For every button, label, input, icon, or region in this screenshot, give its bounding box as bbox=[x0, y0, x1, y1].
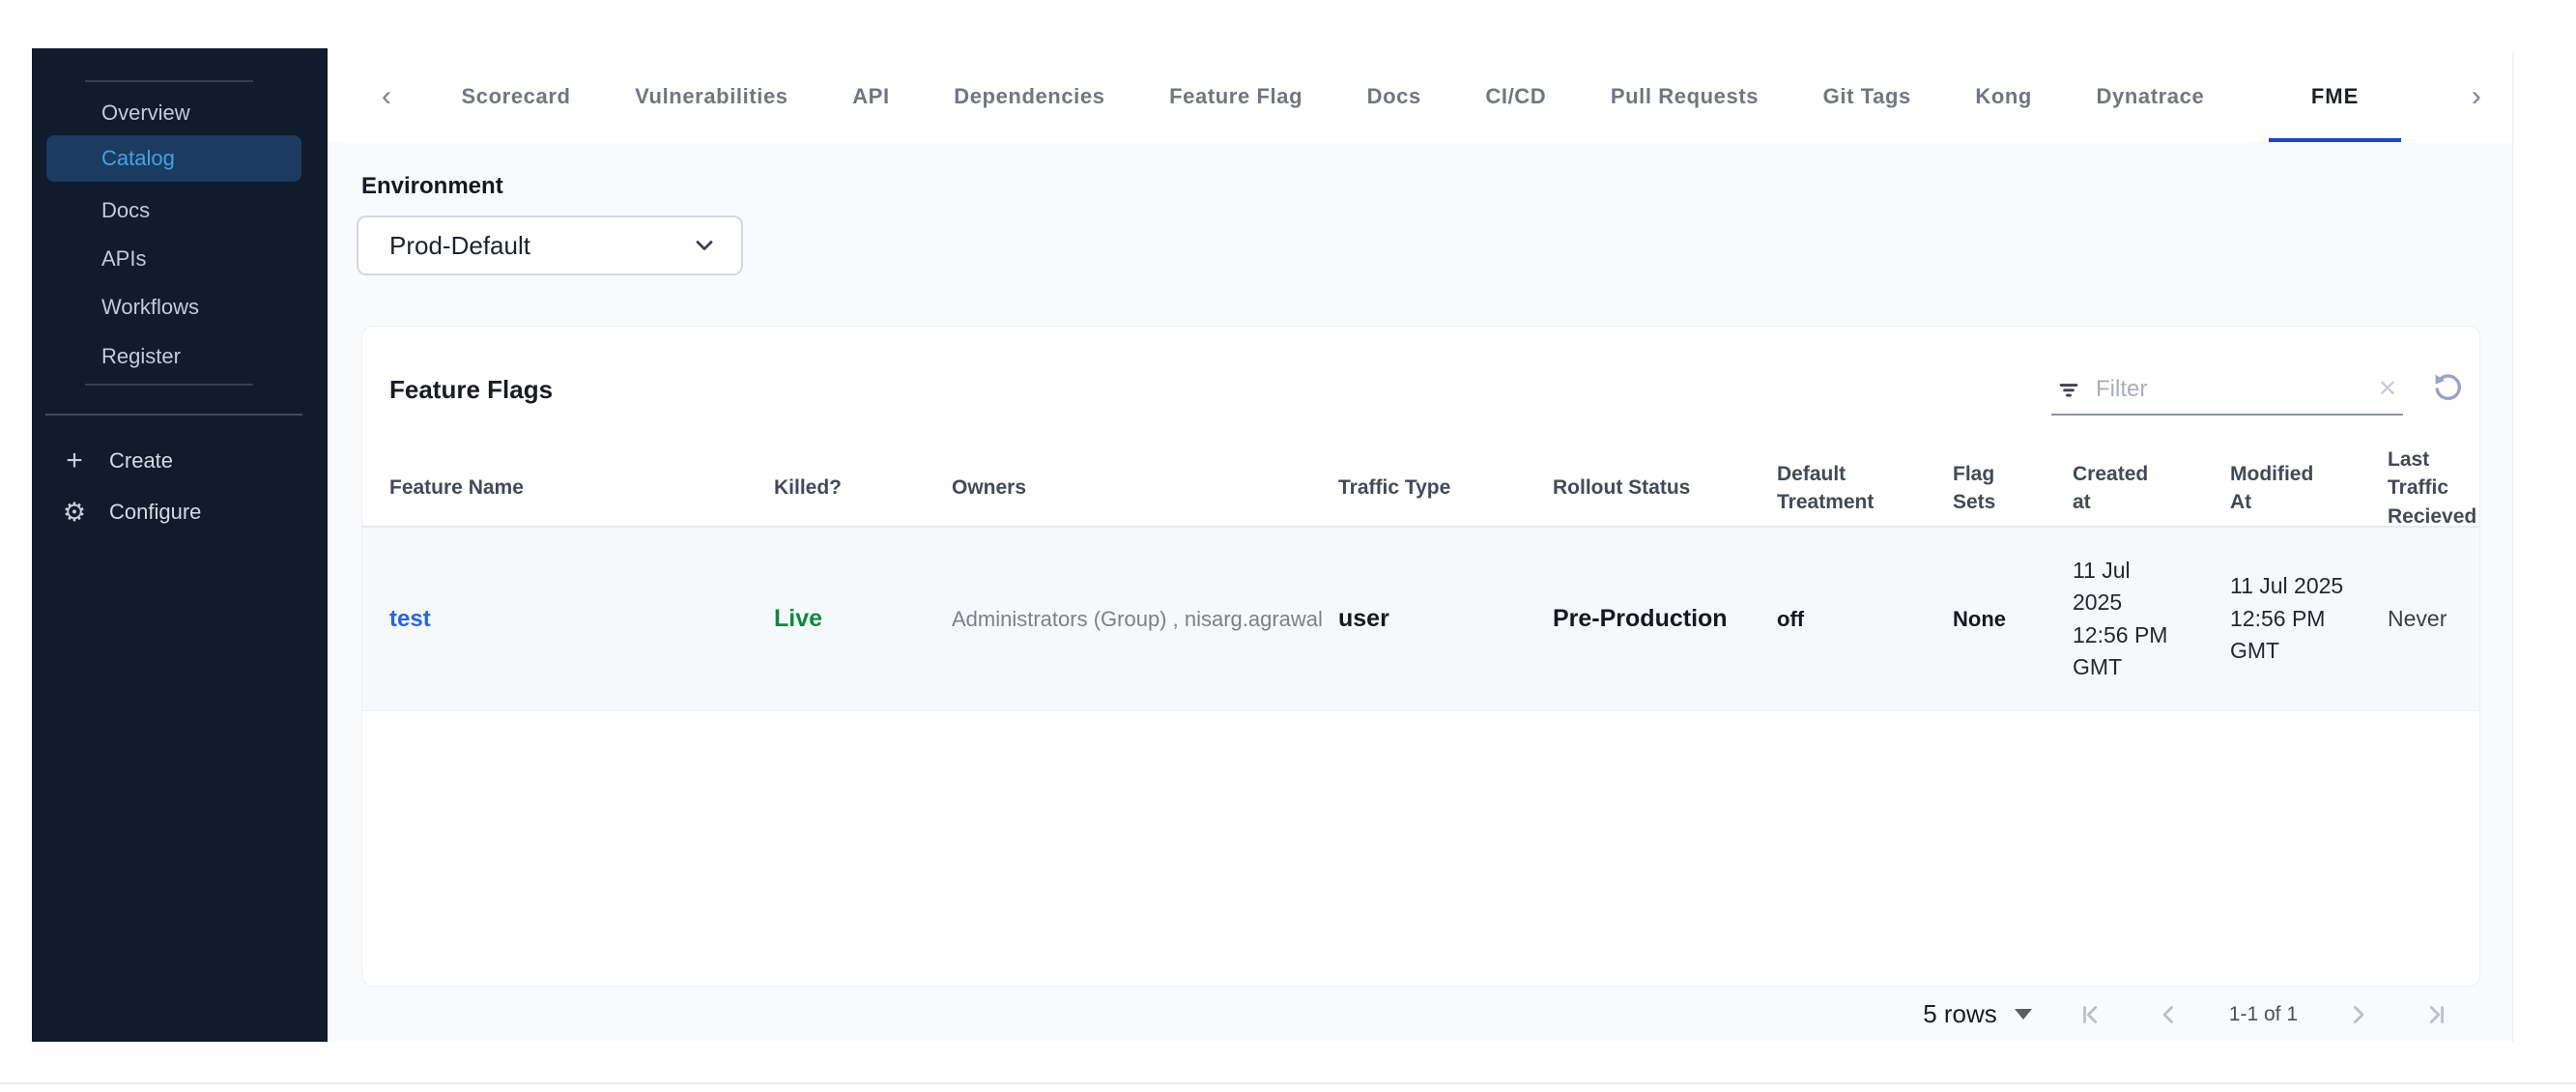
sidebar-item-docs[interactable]: Docs bbox=[32, 187, 328, 234]
rows-per-page-select[interactable]: 5 rows bbox=[1923, 999, 2032, 1029]
cell-killed-status: Live bbox=[774, 605, 823, 632]
sidebar-divider-middle bbox=[85, 384, 253, 386]
filter-field[interactable]: ✕ bbox=[2051, 369, 2403, 416]
pagination-bar: 5 rows 1-1 of 1 bbox=[328, 987, 2512, 1042]
tab-dynatrace[interactable]: Dynatrace bbox=[2097, 50, 2205, 142]
reset-table-button[interactable] bbox=[2424, 365, 2471, 412]
feature-flags-card: Feature Flags ✕ Feature Name Ki bbox=[361, 326, 2480, 987]
col-default-treatment[interactable]: Default Treatment bbox=[1777, 460, 1893, 517]
card-title: Feature Flags bbox=[389, 375, 554, 404]
tab-feature-flag[interactable]: Feature Flag bbox=[1169, 50, 1302, 142]
cell-flag-sets: None bbox=[1953, 606, 2006, 631]
col-rollout-status[interactable]: Rollout Status bbox=[1553, 474, 1777, 502]
clear-filter-icon[interactable]: ✕ bbox=[2378, 378, 2397, 401]
tab-pull-requests[interactable]: Pull Requests bbox=[1611, 50, 1759, 142]
sidebar-item-label: Catalog bbox=[101, 146, 175, 170]
chevron-left-icon bbox=[2162, 1005, 2173, 1023]
pagination-range: 1-1 of 1 bbox=[2228, 1002, 2298, 1025]
rows-per-page-value: 5 rows bbox=[1923, 999, 1997, 1028]
col-modified-at[interactable]: Modified At bbox=[2230, 460, 2327, 517]
tab-dependencies[interactable]: Dependencies bbox=[954, 50, 1104, 142]
col-flag-sets[interactable]: Flag Sets bbox=[1953, 460, 2015, 517]
col-traffic-type[interactable]: Traffic Type bbox=[1338, 474, 1553, 502]
cell-modified-at: 11 Jul 2025 12:56 PM GMT bbox=[2230, 573, 2344, 664]
tab-docs[interactable]: Docs bbox=[1367, 50, 1421, 142]
col-owners[interactable]: Owners bbox=[952, 474, 1338, 502]
create-label: Create bbox=[109, 448, 174, 473]
tab-git-tags[interactable]: Git Tags bbox=[1823, 50, 1911, 142]
filter-icon bbox=[2059, 384, 2078, 397]
plugin-tab-bar: ‹ Scorecard Vulnerabilities API Dependen… bbox=[328, 50, 2512, 142]
sidebar-item-overview[interactable]: Overview bbox=[32, 90, 328, 136]
chevron-down-icon bbox=[696, 241, 713, 250]
table-row[interactable]: test Live Administrators (Group) , nisar… bbox=[362, 528, 2479, 711]
first-page-icon bbox=[2082, 1005, 2097, 1023]
cell-owners: Administrators (Group) , nisarg.agrawal bbox=[952, 606, 1323, 631]
create-button[interactable]: + Create bbox=[32, 437, 328, 485]
tabs-scroll-right-icon[interactable]: › bbox=[2466, 81, 2487, 111]
chevron-right-icon bbox=[2354, 1005, 2364, 1023]
first-page-button[interactable] bbox=[2075, 997, 2109, 1032]
tab-vulnerabilities[interactable]: Vulnerabilities bbox=[635, 50, 788, 142]
sidebar-item-label: APIs bbox=[101, 246, 147, 271]
col-killed[interactable]: Killed? bbox=[774, 474, 952, 502]
configure-label: Configure bbox=[109, 500, 202, 524]
content-area: Environment Prod-Default Feature Flags ✕ bbox=[328, 142, 2512, 1042]
cell-traffic-type: user bbox=[1338, 605, 1389, 632]
col-feature-name[interactable]: Feature Name bbox=[389, 474, 774, 502]
tab-fme-active[interactable]: FME bbox=[2268, 50, 2402, 142]
filter-input[interactable] bbox=[2096, 376, 2364, 403]
environment-selected-value: Prod-Default bbox=[389, 230, 530, 260]
cell-last-traffic: Never bbox=[2388, 606, 2447, 631]
plus-icon: + bbox=[66, 445, 83, 476]
sidebar-divider-wide bbox=[45, 414, 302, 416]
cell-default-treatment: off bbox=[1777, 606, 1805, 631]
last-page-icon bbox=[2429, 1005, 2444, 1023]
environment-select[interactable]: Prod-Default bbox=[357, 216, 743, 275]
sidebar-item-label: Register bbox=[101, 344, 181, 368]
environment-label: Environment bbox=[361, 173, 503, 199]
previous-page-button[interactable] bbox=[2152, 997, 2187, 1032]
table-header-row: Feature Name Killed? Owners Traffic Type… bbox=[362, 445, 2479, 528]
sidebar-item-register[interactable]: Register bbox=[32, 333, 328, 380]
sidebar: Overview Catalog Docs APIs Workflows Reg… bbox=[32, 48, 328, 1042]
rotate-left-icon bbox=[2435, 374, 2461, 401]
sidebar-item-workflows[interactable]: Workflows bbox=[32, 284, 328, 330]
col-created-at[interactable]: Created at bbox=[2073, 460, 2158, 517]
cell-created-at: 11 Jul 2025 12:56 PM GMT bbox=[2073, 557, 2168, 679]
sidebar-item-label: Workflows bbox=[101, 295, 200, 319]
tab-api[interactable]: API bbox=[852, 50, 889, 142]
cell-feature-name-link[interactable]: test bbox=[389, 606, 774, 633]
tab-kong[interactable]: Kong bbox=[1975, 50, 2032, 142]
tabs-scroll-left-icon[interactable]: ‹ bbox=[376, 81, 397, 111]
sidebar-item-apis[interactable]: APIs bbox=[32, 236, 328, 282]
tab-scorecard[interactable]: Scorecard bbox=[462, 50, 571, 142]
last-page-button[interactable] bbox=[2418, 997, 2452, 1032]
next-page-button[interactable] bbox=[2340, 997, 2375, 1032]
sidebar-item-catalog[interactable]: Catalog bbox=[46, 135, 301, 182]
configure-button[interactable]: ⚙ Configure bbox=[32, 488, 328, 536]
tab-cicd[interactable]: CI/CD bbox=[1485, 50, 1546, 142]
sidebar-item-label: Overview bbox=[101, 101, 190, 125]
cell-rollout-status: Pre-Production bbox=[1553, 605, 1728, 632]
sidebar-item-label: Docs bbox=[101, 198, 151, 222]
bottom-divider bbox=[0, 1082, 2576, 1084]
col-last-traffic[interactable]: Last Traffic Recieved bbox=[2388, 445, 2476, 531]
app-window: Overview Catalog Docs APIs Workflows Reg… bbox=[0, 0, 2576, 1092]
gear-icon: ⚙ bbox=[62, 497, 87, 527]
caret-down-icon bbox=[2014, 1009, 2032, 1020]
sidebar-divider-top bbox=[85, 80, 253, 82]
